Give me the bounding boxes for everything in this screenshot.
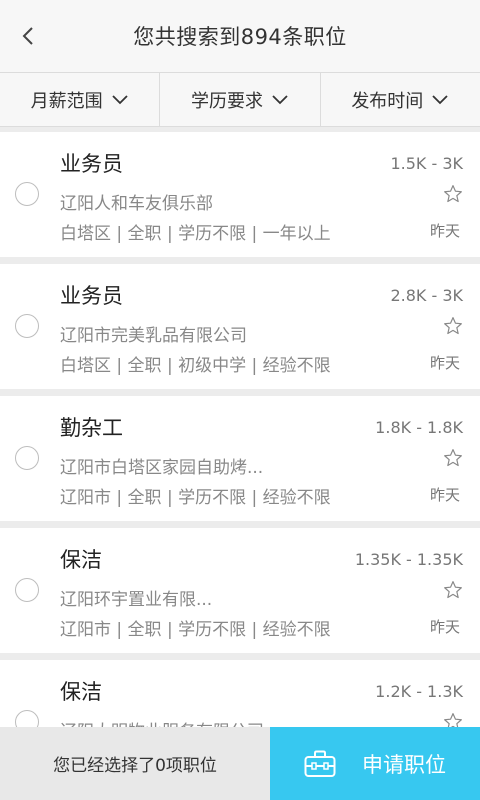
select-radio[interactable] bbox=[15, 446, 39, 470]
job-card[interactable]: 业务员 2.8K - 3K 辽阳市完美乳品有限公司 白塔区 | 全职 | 初级中… bbox=[0, 264, 480, 389]
job-tags: 辽阳市 | 全职 | 学历不限 | 经验不限 bbox=[60, 620, 331, 640]
job-company: 辽阳市完美乳品有限公司 bbox=[60, 326, 247, 346]
job-card[interactable]: 保洁 1.2K - 1.3K 辽阳大明物业服务有限公司 bbox=[0, 660, 480, 727]
job-title: 业务员 bbox=[60, 284, 123, 308]
job-salary: 1.35K - 1.35K bbox=[354, 550, 463, 569]
star-icon[interactable] bbox=[443, 184, 463, 204]
app-header: 您共搜索到894条职位 bbox=[0, 0, 480, 72]
filter-bar: 月薪范围 学历要求 发布时间 bbox=[0, 72, 480, 127]
selected-count-text: 您已经选择了0项职位 bbox=[0, 727, 270, 800]
filter-salary-range[interactable]: 月薪范围 bbox=[0, 73, 161, 126]
job-tags: 辽阳市 | 全职 | 学历不限 | 经验不限 bbox=[60, 488, 331, 508]
job-time: 昨天 bbox=[429, 486, 460, 504]
filter-label: 月薪范围 bbox=[30, 90, 103, 112]
job-title: 勤杂工 bbox=[60, 416, 123, 440]
star-icon[interactable] bbox=[443, 712, 463, 727]
chevron-down-icon bbox=[112, 95, 128, 105]
page-title: 您共搜索到894条职位 bbox=[133, 25, 347, 49]
job-card[interactable]: 勤杂工 1.8K - 1.8K 辽阳市白塔区家园自助烤... 辽阳市 | 全职 … bbox=[0, 396, 480, 521]
job-tags: 白塔区 | 全职 | 学历不限 | 一年以上 bbox=[60, 224, 331, 244]
chevron-down-icon bbox=[432, 95, 448, 105]
select-radio[interactable] bbox=[15, 710, 39, 727]
job-salary: 1.2K - 1.3K bbox=[375, 682, 463, 701]
chevron-down-icon bbox=[272, 95, 288, 105]
apply-button-label: 申请职位 bbox=[362, 752, 446, 777]
job-title: 保洁 bbox=[60, 548, 102, 572]
back-arrow-icon bbox=[22, 27, 33, 45]
job-salary: 1.5K - 3K bbox=[390, 154, 463, 173]
filter-label: 学历要求 bbox=[190, 90, 263, 112]
filter-label: 发布时间 bbox=[351, 90, 424, 112]
filter-publish-time[interactable]: 发布时间 bbox=[321, 73, 480, 126]
job-list: 业务员 1.5K - 3K 辽阳人和车友俱乐部 白塔区 | 全职 | 学历不限 … bbox=[0, 132, 480, 727]
job-company: 辽阳大明物业服务有限公司 bbox=[60, 717, 264, 727]
select-radio[interactable] bbox=[15, 314, 39, 338]
star-icon[interactable] bbox=[443, 580, 463, 600]
star-icon[interactable] bbox=[443, 316, 463, 336]
job-company: 辽阳市白塔区家园自助烤... bbox=[60, 458, 264, 478]
bottom-action-bar: 您已经选择了0项职位 申请职位 bbox=[0, 727, 480, 800]
briefcase-icon bbox=[304, 750, 336, 777]
job-card[interactable]: 保洁 1.35K - 1.35K 辽阳环宇置业有限... 辽阳市 | 全职 | … bbox=[0, 528, 480, 653]
star-icon[interactable] bbox=[443, 448, 463, 468]
back-button[interactable] bbox=[8, 14, 48, 58]
apply-job-button[interactable]: 申请职位 bbox=[270, 727, 480, 800]
job-time: 昨天 bbox=[429, 618, 460, 636]
job-card[interactable]: 业务员 1.5K - 3K 辽阳人和车友俱乐部 白塔区 | 全职 | 学历不限 … bbox=[0, 132, 480, 257]
job-tags: 白塔区 | 全职 | 初级中学 | 经验不限 bbox=[60, 356, 331, 376]
select-radio[interactable] bbox=[15, 578, 39, 602]
job-salary: 2.8K - 3K bbox=[390, 286, 463, 305]
job-title: 业务员 bbox=[60, 152, 123, 176]
job-time: 昨天 bbox=[429, 222, 460, 240]
select-radio[interactable] bbox=[15, 182, 39, 206]
job-salary: 1.8K - 1.8K bbox=[375, 418, 463, 437]
job-company: 辽阳环宇置业有限... bbox=[60, 590, 213, 610]
job-time: 昨天 bbox=[429, 354, 460, 372]
job-company: 辽阳人和车友俱乐部 bbox=[60, 194, 213, 214]
filter-education[interactable]: 学历要求 bbox=[160, 73, 321, 126]
job-title: 保洁 bbox=[60, 680, 102, 704]
